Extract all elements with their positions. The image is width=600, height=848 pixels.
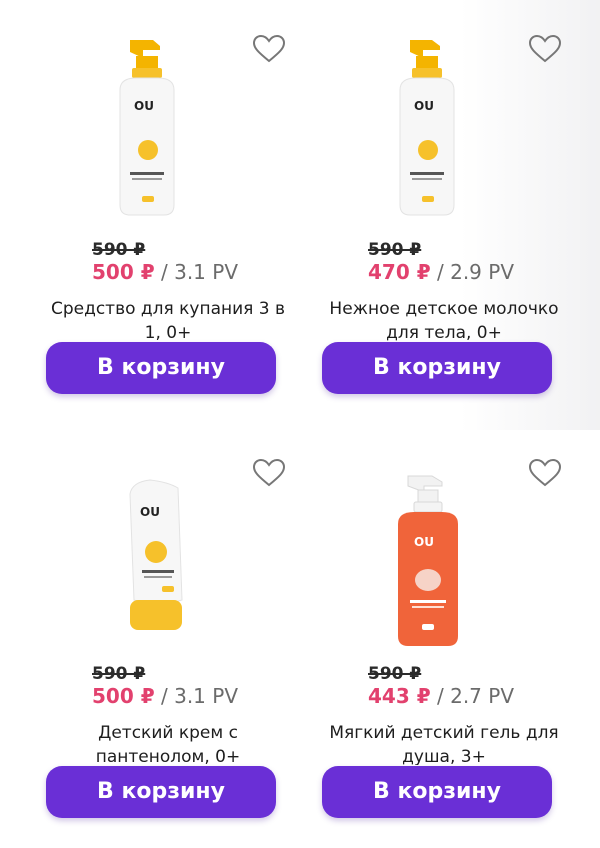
svg-text:OU: OU [414, 535, 434, 549]
pv-points: / 2.9 PV [430, 260, 514, 284]
favorite-heart-icon[interactable] [252, 34, 286, 64]
add-to-cart-button[interactable]: В корзину [46, 766, 276, 818]
product-card[interactable]: OU 590 ₽ 470 ₽ / 2.9 PV Нежное детское м… [322, 0, 564, 400]
product-name[interactable]: Детский крем с пантенолом, 0+ [48, 721, 288, 765]
favorite-heart-icon[interactable] [252, 458, 286, 488]
price-row: 470 ₽ / 2.9 PV [368, 260, 514, 284]
price-row: 443 ₽ / 2.7 PV [368, 684, 514, 708]
pv-points: / 2.7 PV [430, 684, 514, 708]
favorite-heart-icon[interactable] [528, 34, 562, 64]
product-card[interactable]: OU 590 ₽ 443 ₽ / 2.7 PV Мягкий детский г… [322, 424, 564, 824]
current-price: 443 ₽ [368, 684, 431, 708]
current-price: 470 ₽ [368, 260, 431, 284]
current-price: 500 ₽ [92, 260, 155, 284]
favorite-heart-icon[interactable] [528, 458, 562, 488]
old-price: 590 ₽ [368, 240, 422, 260]
pv-points: / 3.1 PV [154, 260, 238, 284]
old-price: 590 ₽ [92, 240, 146, 260]
old-price: 590 ₽ [368, 664, 422, 684]
price-row: 500 ₽ / 3.1 PV [92, 684, 238, 708]
current-price: 500 ₽ [92, 684, 155, 708]
old-price: 590 ₽ [92, 664, 146, 684]
add-to-cart-button[interactable]: В корзину [322, 342, 552, 394]
product-name[interactable]: Мягкий детский гель для душа, 3+ [324, 721, 564, 765]
price-row: 500 ₽ / 3.1 PV [92, 260, 238, 284]
add-to-cart-button[interactable]: В корзину [322, 766, 552, 818]
svg-text:OU: OU [134, 99, 154, 113]
product-name[interactable]: Нежное детское молочко для тела, 0+ [324, 297, 564, 341]
product-name[interactable]: Средство для купания 3 в 1, 0+ [48, 297, 288, 341]
product-card[interactable]: OU 590 ₽ 500 ₽ / 3.1 PV Средство для куп… [46, 0, 288, 400]
pv-points: / 3.1 PV [154, 684, 238, 708]
svg-text:OU: OU [140, 505, 160, 519]
product-card[interactable]: OU 590 ₽ 500 ₽ / 3.1 PV Детский крем с п… [46, 424, 288, 824]
svg-text:OU: OU [414, 99, 434, 113]
add-to-cart-button[interactable]: В корзину [46, 342, 276, 394]
